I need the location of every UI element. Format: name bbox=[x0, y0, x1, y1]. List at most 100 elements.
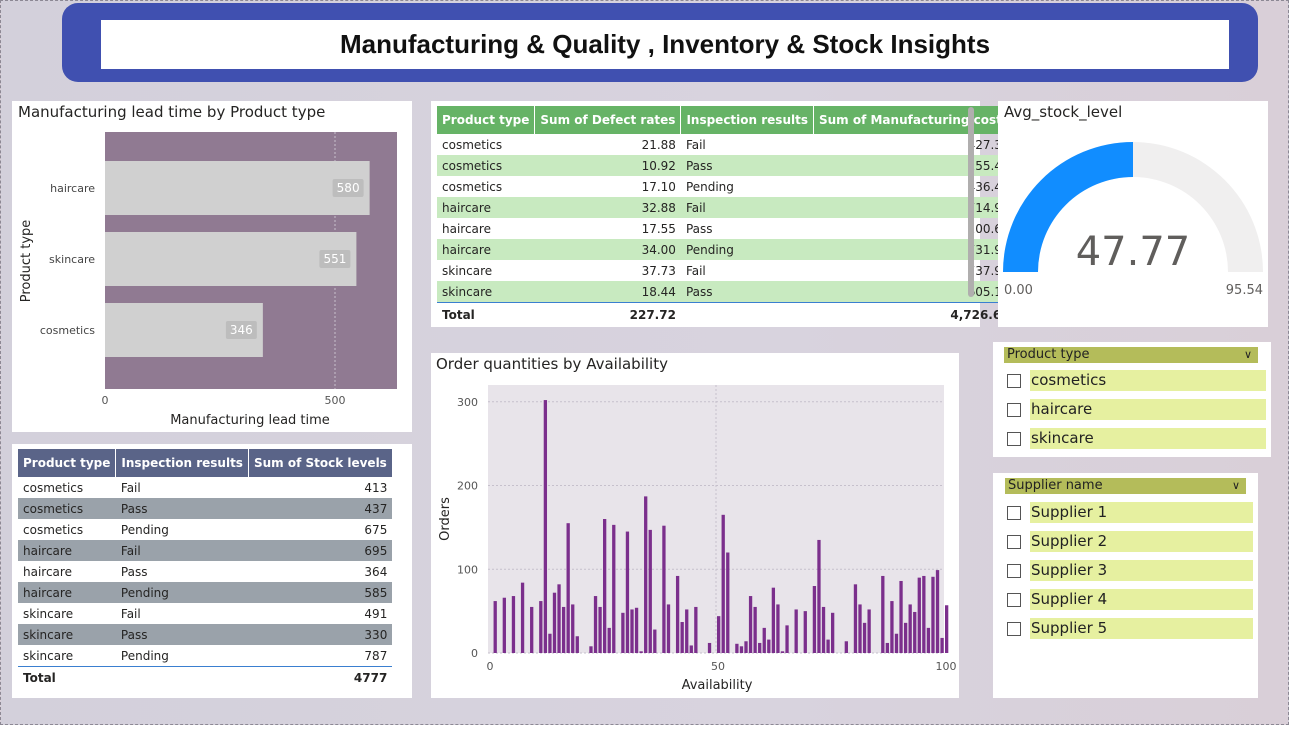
slicer-item-supplier-2[interactable]: Supplier 2 bbox=[1007, 531, 1253, 552]
slicer-item-label[interactable]: Supplier 5 bbox=[1030, 618, 1253, 639]
bar[interactable] bbox=[913, 611, 917, 653]
product-type-slicer[interactable]: Product type ∨ cosmetics haircare skinca… bbox=[993, 342, 1271, 457]
bar[interactable] bbox=[105, 161, 370, 215]
bar[interactable] bbox=[607, 627, 611, 653]
bar[interactable] bbox=[753, 606, 757, 653]
bar[interactable] bbox=[557, 584, 561, 653]
bar[interactable] bbox=[589, 646, 593, 653]
bar[interactable] bbox=[543, 400, 548, 653]
bar[interactable] bbox=[707, 642, 712, 653]
bar[interactable] bbox=[530, 606, 534, 653]
slicer-item-haircare[interactable]: haircare bbox=[1007, 399, 1266, 420]
bar[interactable] bbox=[903, 622, 908, 653]
chevron-down-icon[interactable]: ∨ bbox=[1244, 347, 1252, 363]
bar[interactable] bbox=[922, 575, 926, 653]
bar[interactable] bbox=[648, 529, 652, 653]
orders-visual[interactable]: Order quantities by Availability 0 100 200… bbox=[431, 353, 959, 698]
bar[interactable] bbox=[625, 531, 630, 653]
supplier-slicer[interactable]: Supplier name ∨ Supplier 1 Supplier 2 Su… bbox=[993, 473, 1258, 698]
bar[interactable] bbox=[603, 519, 607, 653]
bar[interactable] bbox=[721, 514, 725, 653]
checkbox[interactable] bbox=[1007, 592, 1021, 607]
defect-table-visual[interactable]: Product type Sum of Defect rates Inspect… bbox=[431, 101, 1016, 327]
bar[interactable] bbox=[639, 651, 643, 653]
slicer-item-label[interactable]: Supplier 1 bbox=[1030, 502, 1253, 523]
column-header[interactable]: Inspection results bbox=[680, 106, 814, 134]
bar[interactable] bbox=[935, 570, 940, 653]
bar[interactable] bbox=[881, 575, 885, 653]
bar[interactable] bbox=[748, 596, 753, 653]
checkbox[interactable] bbox=[1007, 563, 1021, 578]
bar[interactable] bbox=[105, 232, 357, 286]
bar[interactable] bbox=[644, 496, 648, 653]
bar[interactable] bbox=[780, 651, 785, 653]
bar[interactable] bbox=[548, 633, 552, 653]
column-header[interactable]: Sum of Stock levels bbox=[248, 449, 393, 477]
bar[interactable] bbox=[680, 622, 684, 653]
slicer-item-supplier-5[interactable]: Supplier 5 bbox=[1007, 618, 1253, 639]
slicer-item-label[interactable]: Supplier 4 bbox=[1030, 589, 1253, 610]
bar[interactable] bbox=[821, 606, 826, 653]
slicer-item-supplier-4[interactable]: Supplier 4 bbox=[1007, 589, 1253, 610]
chevron-down-icon[interactable]: ∨ bbox=[1232, 478, 1240, 494]
checkbox[interactable] bbox=[1007, 402, 1021, 417]
bar[interactable] bbox=[862, 622, 867, 653]
bar[interactable] bbox=[717, 616, 721, 653]
bar[interactable] bbox=[831, 612, 835, 653]
bar[interactable] bbox=[675, 575, 680, 653]
bar[interactable] bbox=[502, 597, 506, 653]
bar[interactable] bbox=[666, 604, 671, 653]
bar[interactable] bbox=[511, 596, 516, 653]
slicer-item-label[interactable]: Supplier 3 bbox=[1030, 560, 1253, 581]
bar[interactable] bbox=[593, 596, 598, 653]
bar[interactable] bbox=[739, 646, 744, 653]
bar[interactable] bbox=[685, 609, 689, 653]
bar[interactable] bbox=[634, 607, 639, 653]
checkbox[interactable] bbox=[1007, 431, 1021, 446]
stock-table-visual[interactable]: Product type Inspection results Sum of S… bbox=[12, 444, 412, 698]
bar[interactable] bbox=[844, 641, 848, 653]
bar[interactable] bbox=[575, 636, 579, 653]
bar[interactable] bbox=[940, 637, 944, 653]
slicer-item-supplier-1[interactable]: Supplier 1 bbox=[1007, 502, 1253, 523]
bar[interactable] bbox=[662, 525, 666, 653]
bar[interactable] bbox=[776, 604, 780, 653]
bar[interactable] bbox=[598, 606, 602, 653]
bar[interactable] bbox=[767, 639, 771, 653]
bar[interactable] bbox=[853, 584, 858, 653]
bar[interactable] bbox=[561, 606, 566, 653]
bar[interactable] bbox=[899, 580, 903, 653]
bar[interactable] bbox=[867, 609, 871, 653]
bar[interactable] bbox=[621, 612, 625, 653]
bar[interactable] bbox=[771, 587, 776, 653]
bar[interactable] bbox=[826, 639, 830, 653]
bar[interactable] bbox=[894, 633, 899, 653]
bar[interactable] bbox=[612, 524, 616, 653]
bar[interactable] bbox=[908, 604, 912, 653]
gauge-visual[interactable]: Avg_stock_level 47.77 0.00 95.54 bbox=[998, 101, 1268, 327]
slicer-item-skincare[interactable]: skincare bbox=[1007, 428, 1266, 449]
slicer-item-label[interactable]: cosmetics bbox=[1030, 370, 1266, 391]
slicer-header[interactable]: Product type ∨ bbox=[1004, 347, 1258, 363]
lead-time-visual[interactable]: Manufacturing lead time by Product type … bbox=[12, 101, 412, 432]
bar[interactable] bbox=[931, 576, 935, 653]
slicer-item-label[interactable]: haircare bbox=[1030, 399, 1266, 420]
bar[interactable] bbox=[890, 601, 894, 653]
slicer-header[interactable]: Supplier name ∨ bbox=[1005, 478, 1246, 494]
bar[interactable] bbox=[858, 604, 862, 653]
slicer-item-supplier-3[interactable]: Supplier 3 bbox=[1007, 560, 1253, 581]
bar[interactable] bbox=[917, 577, 921, 653]
bar[interactable] bbox=[520, 582, 525, 653]
bar[interactable] bbox=[566, 523, 570, 653]
checkbox[interactable] bbox=[1007, 505, 1021, 520]
column-header[interactable]: Product type bbox=[18, 449, 117, 477]
bar[interactable] bbox=[794, 609, 798, 653]
table-scrollbar[interactable] bbox=[968, 107, 974, 297]
bar[interactable] bbox=[653, 629, 657, 653]
column-header[interactable]: Sum of Manufacturing costs bbox=[813, 106, 1016, 134]
bar[interactable] bbox=[735, 643, 739, 653]
bar[interactable] bbox=[758, 642, 762, 653]
bar[interactable] bbox=[812, 586, 817, 653]
bar[interactable] bbox=[762, 627, 766, 653]
bar[interactable] bbox=[817, 539, 821, 653]
